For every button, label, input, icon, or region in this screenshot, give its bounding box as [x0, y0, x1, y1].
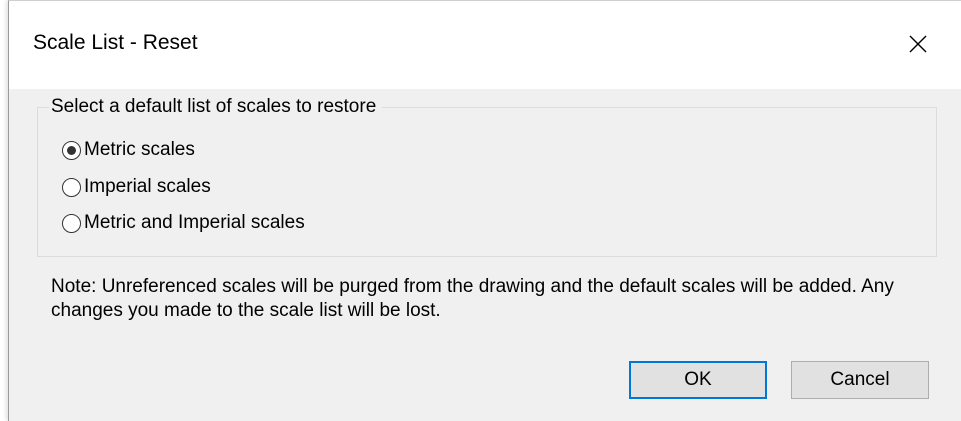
radio-metric-scales[interactable]: Metric scales [62, 136, 195, 164]
radio-button[interactable] [62, 213, 81, 233]
scales-group-box: Select a default list of scales to resto… [37, 96, 937, 257]
note-text: Note: Unreferenced scales will be purged… [51, 276, 894, 321]
radio-button[interactable] [62, 177, 81, 197]
radio-label: Metric and Imperial scales [84, 212, 305, 233]
radio-imperial-scales[interactable]: Imperial scales [62, 173, 211, 201]
radio-label: Metric scales [84, 139, 195, 160]
close-button[interactable] [893, 21, 943, 67]
radio-selected-dot [67, 145, 76, 155]
radio-metric-and-imperial-scales[interactable]: Metric and Imperial scales [62, 209, 305, 237]
cancel-button[interactable]: Cancel [791, 361, 929, 399]
screen: Scale List - Reset Select a default list… [0, 0, 961, 421]
radio-button[interactable] [62, 140, 81, 160]
close-icon [909, 35, 927, 53]
window-title: Scale List - Reset [33, 31, 198, 54]
radio-label: Imperial scales [84, 176, 211, 197]
ok-button[interactable]: OK [629, 361, 767, 399]
group-legend: Select a default list of scales to resto… [49, 96, 383, 118]
title-bar[interactable]: Scale List - Reset [9, 1, 961, 89]
scale-list-reset-dialog: Scale List - Reset Select a default list… [8, 0, 961, 421]
